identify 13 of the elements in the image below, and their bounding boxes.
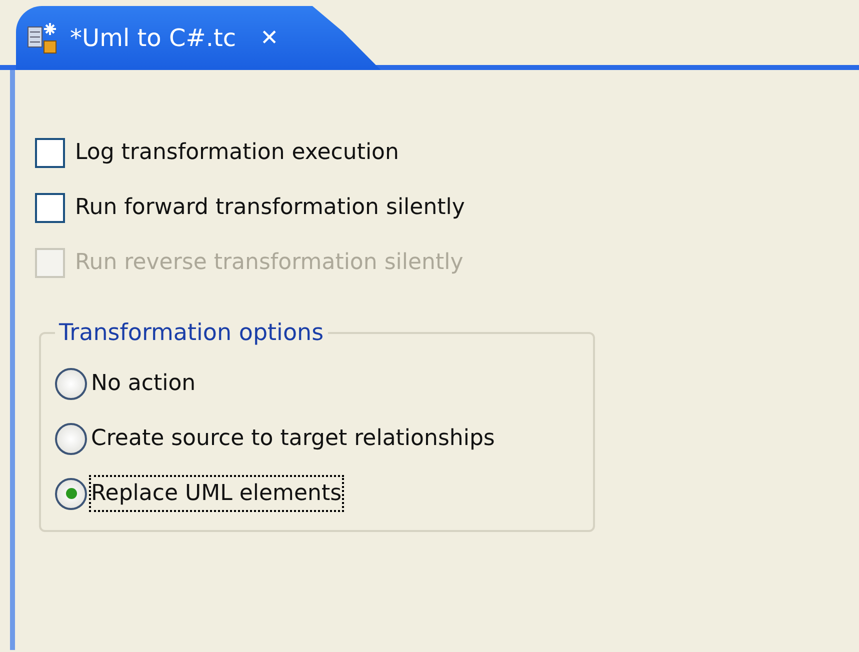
checkbox-label: Run forward transformation silently [75,194,465,222]
close-icon[interactable]: ✕ [260,22,279,54]
radio-button[interactable] [55,422,87,454]
radio-label: No action [91,370,196,398]
radio-label: Replace UML elements [91,477,342,510]
checkbox[interactable] [35,138,65,168]
checkbox-label: Log transformation execution [75,139,399,167]
radio-button[interactable] [55,478,87,510]
checkbox-label: Run reverse transformation silently [75,249,464,277]
checkbox[interactable] [35,192,65,222]
tab-title: *Uml to C#.tc [70,23,236,54]
radio-button[interactable] [55,368,87,400]
radio-label: Create source to target relationships [91,425,495,453]
